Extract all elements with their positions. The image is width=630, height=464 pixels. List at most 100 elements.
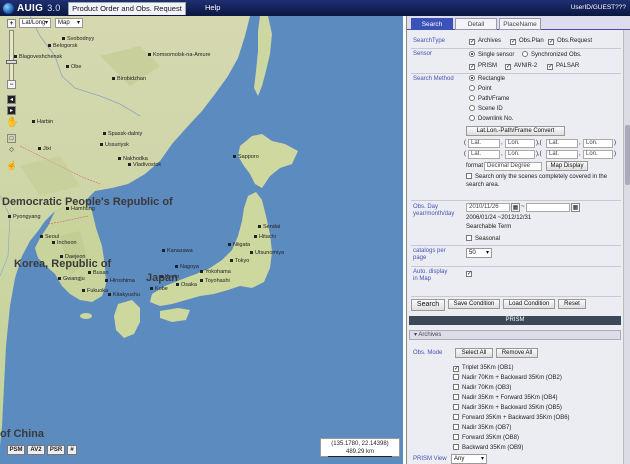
rectangle-radio[interactable]: Rectangle — [469, 75, 505, 83]
zoom-slider-handle[interactable] — [6, 60, 17, 64]
av2-button[interactable]: AV2 — [27, 445, 45, 455]
psm-button[interactable]: PSM — [7, 445, 25, 455]
psr-button[interactable]: PSR — [47, 445, 65, 455]
help-link[interactable]: Help — [205, 2, 220, 14]
remove-all-button[interactable]: Remove All — [496, 348, 538, 358]
avnir2-checkbox[interactable]: ✓ AVNIR-2 — [505, 62, 537, 70]
format-select[interactable]: Decimal Degree — [484, 162, 542, 171]
lasso-tool-icon[interactable]: ◇ — [7, 146, 16, 155]
map-display-button[interactable]: Map Display — [546, 161, 588, 171]
path-frame-radio[interactable]: Path/Frame — [469, 95, 509, 103]
city-label: Osaka — [176, 282, 197, 288]
info-tool-icon[interactable]: ☝ — [6, 161, 17, 172]
obs-plan-checkbox[interactable]: ✓ Obs.Plan — [510, 37, 544, 45]
rectangle-tool-icon[interactable]: □ — [7, 134, 16, 143]
search-method-label: Search Method — [413, 76, 454, 82]
scrollbar-thumb[interactable] — [625, 125, 630, 185]
obs-mode-item[interactable]: Forward 35Km + Backward 35Km (OB6) — [453, 414, 570, 422]
tab-search[interactable]: Search — [411, 18, 453, 30]
scene-id-radio[interactable]: Scene ID — [469, 105, 503, 113]
map-view[interactable]: + Lat/Long Map − ◂ ▸ ✋ □ ◇ ☝ Svobodnyy B… — [0, 16, 403, 464]
catalogs-select[interactable]: 50 — [466, 248, 492, 258]
archives-header[interactable]: ▾ Archives — [409, 330, 621, 340]
downlink-no-radio[interactable]: Downlink No. — [469, 115, 513, 123]
hand-tool-icon[interactable]: ✋ — [6, 118, 18, 130]
lat-lon-convert-button[interactable]: Lat.Lon.-Path/Frame Convert — [466, 126, 565, 136]
obs-plan-label: Obs.Plan — [519, 38, 544, 44]
tab-detail[interactable]: Detail — [455, 18, 497, 30]
save-condition-button[interactable]: Save Condition — [448, 299, 500, 309]
zoom-out-button[interactable]: − — [7, 80, 16, 89]
covered-checkbox[interactable]: Search only the scenes completely covere… — [466, 173, 616, 189]
obs-day-from-input[interactable]: 2010/11/26 — [466, 203, 510, 212]
prism-checkbox[interactable]: ✓ PRISM — [469, 62, 497, 70]
obs-mode-item[interactable]: Nadir 70Km (OB3) — [453, 384, 511, 392]
obs-mode-item[interactable]: ✓ Triplet 35Km (OB1) — [453, 364, 513, 372]
reset-button[interactable]: Reset — [558, 299, 586, 309]
lon-input-3[interactable]: Lon. — [505, 150, 535, 159]
covered-label: Search only the scenes completely covere… — [466, 174, 608, 188]
city-label: Ussuriysk — [100, 142, 129, 148]
obs-mode-item-label: Forward 35Km (OB8) — [462, 435, 520, 441]
synchronized-obs-label: Synchronized Obs. — [531, 52, 582, 58]
point-label: Point — [478, 86, 492, 92]
city-label: Niigata — [228, 242, 250, 248]
obs-mode-item-label: Forward 35Km + Backward 35Km (OB6) — [462, 415, 570, 421]
obs-mode-item[interactable]: Backward 35Km (OB9) — [453, 444, 523, 452]
avnir2-label: AVNIR-2 — [514, 63, 538, 69]
prism-view-select[interactable]: Any — [451, 454, 487, 464]
city-label: Blagoveshchensk — [14, 54, 62, 60]
calendar-icon[interactable]: ▦ — [511, 203, 520, 212]
obs-mode-item[interactable]: Nadir 35Km + Backward 35Km (OB5) — [453, 404, 562, 412]
searchable-range: 2006/01/24 ~2012/12/31 — [466, 215, 532, 221]
single-sensor-label: Single sensor — [478, 52, 515, 58]
calendar-to-icon[interactable]: ▦ — [571, 203, 580, 212]
city-label: Pyongyang — [8, 214, 41, 220]
search-button[interactable]: Search — [411, 299, 445, 311]
single-sensor-radio[interactable]: Single sensor — [469, 51, 514, 59]
pan-right-icon[interactable]: ▸ — [7, 106, 16, 115]
lat-input-4[interactable]: Lat. — [546, 150, 578, 159]
auto-display-checkbox[interactable]: ✓ — [466, 269, 475, 277]
panel-scrollbar[interactable] — [623, 30, 630, 464]
prism-header: PRISM — [409, 316, 621, 325]
obs-mode-item[interactable]: Nadir 35Km + Forward 35Km (OB4) — [453, 394, 558, 402]
cursor-coordinates: (135.1780, 22.14398) — [331, 441, 389, 447]
lon-input-2[interactable]: Lon. — [583, 139, 613, 148]
pan-left-icon[interactable]: ◂ — [7, 95, 16, 104]
city-label: Spassk-dalniy — [103, 131, 142, 137]
tab-product-order[interactable]: Product Order and Obs. Request — [68, 2, 186, 15]
load-condition-button[interactable]: Load Condition — [503, 299, 555, 309]
palsar-checkbox[interactable]: ✓ PALSAR — [547, 62, 579, 70]
synchronized-obs-radio[interactable]: Synchronized Obs. — [522, 51, 582, 59]
catalogs-label: catalogs per page — [413, 248, 446, 261]
select-all-button[interactable]: Select All — [455, 348, 493, 358]
obs-mode-item[interactable]: Nadir 35Km (OB7) — [453, 424, 511, 432]
city-label: Hiroshima — [105, 278, 135, 284]
point-radio[interactable]: Point — [469, 85, 492, 93]
zoom-in-button[interactable]: + — [7, 19, 16, 28]
seasonal-checkbox[interactable]: Seasonal — [466, 235, 500, 243]
prism-view-label: PRISM View — [413, 456, 447, 462]
city-label: Harbin — [32, 119, 53, 125]
tab-placename[interactable]: PlaceName — [499, 18, 541, 30]
obs-request-checkbox[interactable]: ✓ Obs.Request — [548, 37, 592, 45]
layer-select[interactable]: Map — [55, 18, 83, 28]
city-label: Sapporo — [233, 154, 259, 160]
grid-button[interactable]: # — [67, 445, 77, 455]
city-label: Belogorsk — [48, 43, 77, 49]
crs-select[interactable]: Lat/Long — [19, 18, 51, 28]
lat-input-1[interactable]: Lat. — [468, 139, 500, 148]
downlink-no-label: Downlink No. — [478, 116, 514, 122]
obs-mode-item[interactable]: Nadir 70Km + Backward 35Km (OB2) — [453, 374, 562, 382]
search-panel: Search Detail PlaceName SearchType ✓ Arch… — [406, 16, 630, 464]
lat-input-3[interactable]: Lat. — [468, 150, 500, 159]
obs-day-to-input[interactable] — [526, 203, 570, 212]
city-label: Vladivostok — [128, 162, 161, 168]
obs-mode-item[interactable]: Forward 35Km (OB8) — [453, 434, 519, 442]
lon-input-4[interactable]: Lon. — [583, 150, 613, 159]
lat-input-2[interactable]: Lat. — [546, 139, 578, 148]
auto-display-label: Auto. display in Map — [413, 269, 448, 282]
lon-input-1[interactable]: Lon. — [505, 139, 535, 148]
archives-checkbox[interactable]: ✓ Archives — [469, 37, 501, 45]
